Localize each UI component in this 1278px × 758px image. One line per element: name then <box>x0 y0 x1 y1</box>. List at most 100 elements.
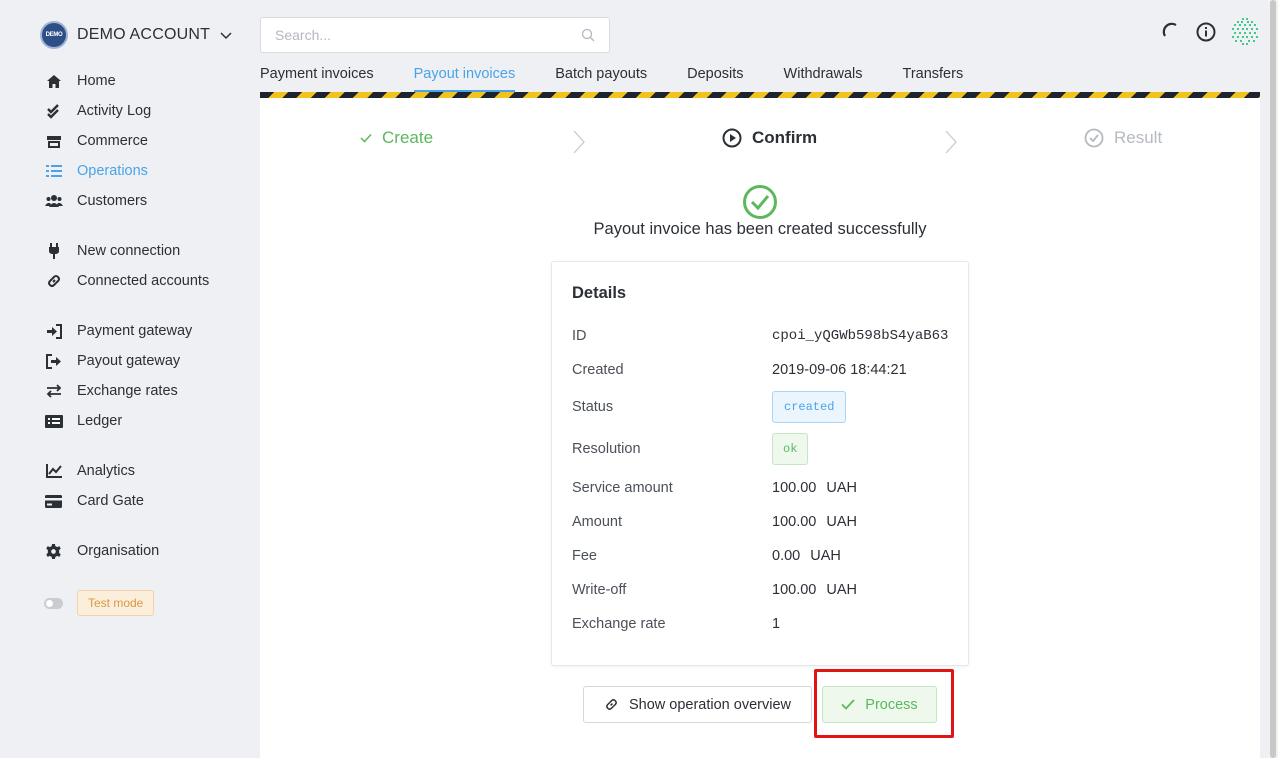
link-icon <box>44 272 63 291</box>
sidebar-item-payout-gateway[interactable]: Payout gateway <box>44 346 209 376</box>
tab-deposits[interactable]: Deposits <box>687 62 743 92</box>
sidebar-item-label: Home <box>77 73 116 89</box>
detail-label: Amount <box>572 514 622 530</box>
test-mode-badge[interactable]: Test mode <box>77 590 155 616</box>
step-label: Result <box>1114 128 1163 147</box>
details-card: Details ID cpoi_yQGWb598bS4yaB63 Created… <box>551 261 969 666</box>
account-switcher[interactable]: DEMO DEMO ACCOUNT <box>40 20 233 50</box>
plug-icon <box>44 242 63 261</box>
sidebar-item-label: Operations <box>77 163 148 179</box>
process-button[interactable]: Process <box>822 686 937 723</box>
chevron-right-icon <box>573 130 585 154</box>
tab-withdrawals[interactable]: Withdrawals <box>784 62 863 92</box>
sidebar-item-card-gate[interactable]: Card Gate <box>44 486 209 516</box>
detail-row-id: ID cpoi_yQGWb598bS4yaB63 <box>572 328 952 344</box>
sidebar-item-ledger[interactable]: Ledger <box>44 406 209 436</box>
detail-row-resolution: Resolution ok <box>572 433 952 465</box>
detail-row-status: Status created <box>572 391 952 423</box>
sidebar-item-label: Activity Log <box>77 103 152 119</box>
invoice-id-value: cpoi_yQGWb598bS4yaB63 <box>772 328 949 344</box>
card-icon <box>44 492 63 511</box>
currency-code: UAH <box>826 582 857 598</box>
detail-label: Fee <box>572 548 597 564</box>
sidebar-item-label: Ledger <box>77 413 123 429</box>
sidebar-item-home[interactable]: Home <box>44 66 209 96</box>
sidebar-item-label: Payment gateway <box>77 323 193 339</box>
search-input[interactable] <box>275 27 581 43</box>
sidebar-nav: Home Activity Log Commerce Operations Cu… <box>44 66 209 616</box>
detail-row-write-off: Write-off 100.00 UAH <box>572 582 952 598</box>
sidebar-item-label: Customers <box>77 193 148 209</box>
sidebar-item-new-connection[interactable]: New connection <box>44 236 209 266</box>
search-icon[interactable] <box>581 28 595 42</box>
checkmark-icon <box>841 699 855 710</box>
link-icon <box>606 699 617 710</box>
sidebar-item-payment-gateway[interactable]: Payment gateway <box>44 316 209 346</box>
loading-spinner-icon <box>1162 22 1177 37</box>
sidebar-item-commerce[interactable]: Commerce <box>44 126 209 156</box>
sidebar-item-connected-accounts[interactable]: Connected accounts <box>44 266 209 296</box>
detail-label: Resolution <box>572 441 641 457</box>
detail-row-amount: Amount 100.00 UAH <box>572 514 952 530</box>
detail-label: Service amount <box>572 480 673 496</box>
sidebar-item-activity-log[interactable]: Activity Log <box>44 96 209 126</box>
sidebar-item-organisation[interactable]: Organisation <box>44 536 209 566</box>
detail-label: Exchange rate <box>572 616 666 632</box>
sidebar-item-operations[interactable]: Operations <box>44 156 209 186</box>
currency-code: UAH <box>810 548 841 564</box>
sidebar-item-label: Analytics <box>77 463 136 479</box>
user-avatar-icon[interactable] <box>1230 17 1260 47</box>
scrollbar-thumb[interactable] <box>1270 0 1276 758</box>
detail-row-service-amount: Service amount 100.00 UAH <box>572 480 952 496</box>
sign-in-icon <box>44 322 63 341</box>
sidebar-item-exchange-rates[interactable]: Exchange rates <box>44 376 209 406</box>
users-icon <box>44 192 63 211</box>
show-operation-overview-button[interactable]: Show operation overview <box>583 686 812 723</box>
sidebar: DEMO DEMO ACCOUNT Home Activity Log Comm… <box>0 0 250 758</box>
details-title: Details <box>572 284 627 302</box>
sidebar-item-label: Payout gateway <box>77 353 181 369</box>
sidebar-item-customers[interactable]: Customers <box>44 186 209 216</box>
ledger-icon <box>44 412 63 431</box>
step-confirm: Confirm <box>722 128 817 148</box>
test-mode-toggle[interactable] <box>44 597 63 609</box>
success-message: Payout invoice has been created successf… <box>593 220 927 238</box>
step-create: Create <box>360 128 433 148</box>
sidebar-item-label: Organisation <box>77 543 160 559</box>
detail-label: Write-off <box>572 582 627 598</box>
resolution-badge: ok <box>772 433 809 465</box>
page-scrollbar[interactable] <box>1268 0 1278 758</box>
sign-out-icon <box>44 352 63 371</box>
main-panel: Create Confirm Result Payout invoice has… <box>260 98 1260 758</box>
sidebar-item-label: New connection <box>77 243 181 259</box>
info-icon[interactable] <box>1196 22 1216 42</box>
step-label: Create <box>382 128 434 147</box>
button-label: Process <box>865 696 918 713</box>
search-box <box>260 17 610 53</box>
chevron-right-icon <box>945 130 957 154</box>
exchange-rate-value: 1 <box>772 616 781 632</box>
amount-value: 100.00 <box>772 514 817 530</box>
chevron-down-icon <box>220 32 232 40</box>
tab-batch-payouts[interactable]: Batch payouts <box>555 62 647 92</box>
button-label: Show operation overview <box>628 696 791 713</box>
amount-value: 100.00 <box>772 480 817 496</box>
list-icon <box>44 162 63 181</box>
tab-transfers[interactable]: Transfers <box>903 62 964 92</box>
amount-value: 0.00 <box>772 548 801 564</box>
step-result: Result <box>1084 128 1162 148</box>
step-label: Confirm <box>752 128 818 147</box>
tab-payout-invoices[interactable]: Payout invoices <box>413 62 516 92</box>
created-value: 2019-09-06 18:44:21 <box>772 362 907 378</box>
gear-icon <box>44 542 63 561</box>
status-badge: created <box>772 391 847 423</box>
detail-label: ID <box>572 328 587 344</box>
tab-payment-invoices[interactable]: Payment invoices <box>260 62 374 92</box>
test-mode-control: Test mode <box>44 590 209 616</box>
detail-row-fee: Fee 0.00 UAH <box>572 548 952 564</box>
success-check-icon <box>743 185 777 219</box>
checkmark-icon <box>360 133 372 143</box>
detail-row-exchange-rate: Exchange rate 1 <box>572 616 952 632</box>
sidebar-item-analytics[interactable]: Analytics <box>44 456 209 486</box>
sidebar-item-label: Commerce <box>77 133 148 149</box>
